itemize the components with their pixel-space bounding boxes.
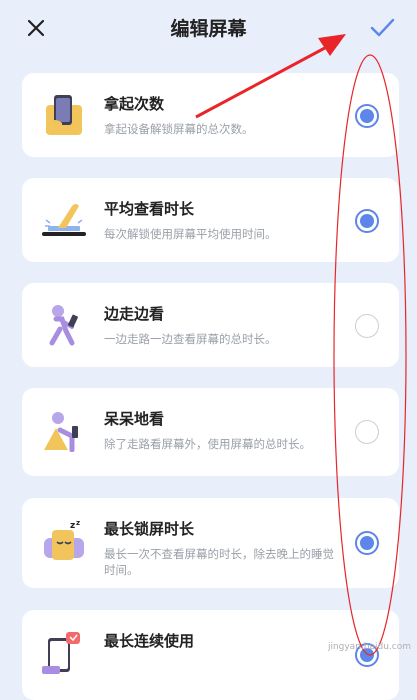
- svg-text:z: z: [76, 519, 80, 527]
- list-item-stare-view[interactable]: 呆呆地看 除了走路看屏幕外，使用屏幕的总时长。: [22, 388, 399, 476]
- list-item-longest-lock[interactable]: z z 最长锁屏时长 最长一次不查看屏幕的时长，除去晚上的睡觉时间。: [22, 498, 399, 588]
- item-description: 拿起设备解锁屏幕的总次数。: [104, 122, 254, 136]
- sitting-person-icon: [44, 412, 78, 452]
- item-title: 最长锁屏时长: [104, 520, 195, 538]
- phone-in-hand-icon: [46, 95, 82, 135]
- list-item-walking-view[interactable]: 边走边看 一边走路一边查看屏幕的总时长。: [22, 283, 399, 367]
- item-title: 平均查看时长: [104, 200, 195, 218]
- sleeping-icon: z z: [44, 519, 84, 560]
- list-item-average-view[interactable]: 平均查看时长 每次解锁使用屏幕平均使用时间。: [22, 178, 399, 262]
- radio-unchecked[interactable]: [355, 420, 379, 444]
- radio-checked[interactable]: [355, 104, 379, 128]
- item-description: 除了走路看屏幕外，使用屏幕的总时长。: [104, 437, 311, 451]
- check-icon[interactable]: [367, 12, 397, 42]
- radio-unchecked[interactable]: [355, 314, 379, 338]
- radio-checked[interactable]: [355, 209, 379, 233]
- item-description: 最长一次不查看屏幕的时长，除去晚上的睡觉时间。: [104, 547, 334, 577]
- item-description: 一边走路一边查看屏幕的总时长。: [104, 332, 277, 346]
- item-title: 呆呆地看: [104, 410, 165, 428]
- walking-person-icon: [49, 305, 78, 346]
- phone-notification-icon: [42, 632, 80, 674]
- item-description: 每次解锁使用屏幕平均使用时间。: [104, 227, 277, 241]
- list-item-longest-continuous[interactable]: 最长连续使用: [22, 610, 399, 700]
- svg-text:z: z: [70, 521, 75, 531]
- page-title: 编辑屏幕: [170, 18, 247, 40]
- item-title: 拿起次数: [104, 95, 165, 113]
- item-title: 边走边看: [104, 305, 165, 323]
- item-title: 最长连续使用: [104, 632, 195, 650]
- watermark: jingyan.baidu.com: [327, 642, 411, 652]
- list-item-pickups[interactable]: 拿起次数 拿起设备解锁屏幕的总次数。: [22, 73, 399, 157]
- finger-tap-icon: [42, 204, 86, 236]
- header-bar: 编辑屏幕: [0, 0, 417, 56]
- radio-checked[interactable]: [355, 531, 379, 555]
